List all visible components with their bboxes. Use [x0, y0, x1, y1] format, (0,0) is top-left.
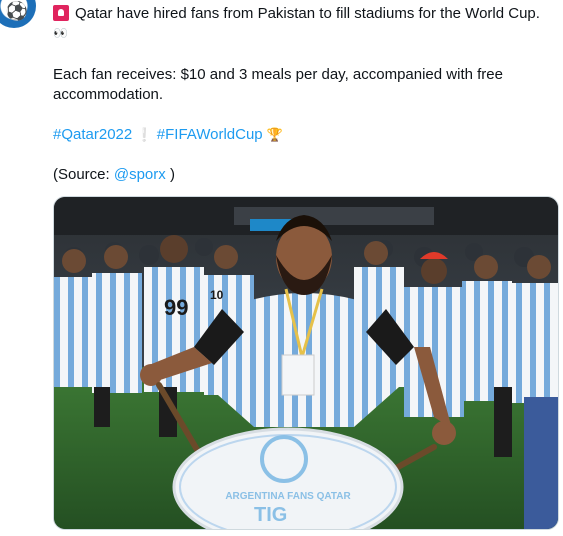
fans-celebration-photo: 99 10 ARGENTINA FANS QATAR TIG	[54, 197, 558, 529]
rotating-light-icon	[53, 5, 69, 21]
soccer-ball-icon: ⚽	[5, 1, 29, 21]
hashtag-qatar2022[interactable]: #Qatar2022	[53, 126, 132, 143]
drum-banner-text: ARGENTINA FANS QATAR	[225, 491, 351, 502]
tweet-source: (Source: @sporx )	[53, 166, 175, 183]
trophy-icon: 🏆	[266, 127, 283, 142]
tweet-photo[interactable]: 99 10 ARGENTINA FANS QATAR TIG	[53, 196, 559, 530]
tweet-line-eyes: 👀	[53, 23, 68, 43]
exclamation-icon: ❕	[136, 127, 153, 142]
tweet-line-3: accommodation.	[53, 86, 164, 103]
jersey-number-10: 10	[210, 288, 224, 302]
tweet-line-1: Qatar have hired fans from Pakistan to f…	[53, 4, 540, 24]
source-mention-link[interactable]: @sporx	[114, 166, 166, 183]
eyes-emoji: 👀	[53, 26, 68, 40]
tweet-line-2: Each fan receives: $10 and 3 meals per d…	[53, 66, 503, 83]
drum-logo-text: TIG	[254, 504, 287, 526]
hashtag-fifaworldcup[interactable]: #FIFAWorldCup	[157, 126, 263, 143]
tweet-hashtags: #Qatar2022 ❕ #FIFAWorldCup 🏆	[53, 125, 283, 145]
user-avatar[interactable]: ⚽	[0, 0, 36, 28]
jersey-number-99: 99	[164, 295, 188, 320]
